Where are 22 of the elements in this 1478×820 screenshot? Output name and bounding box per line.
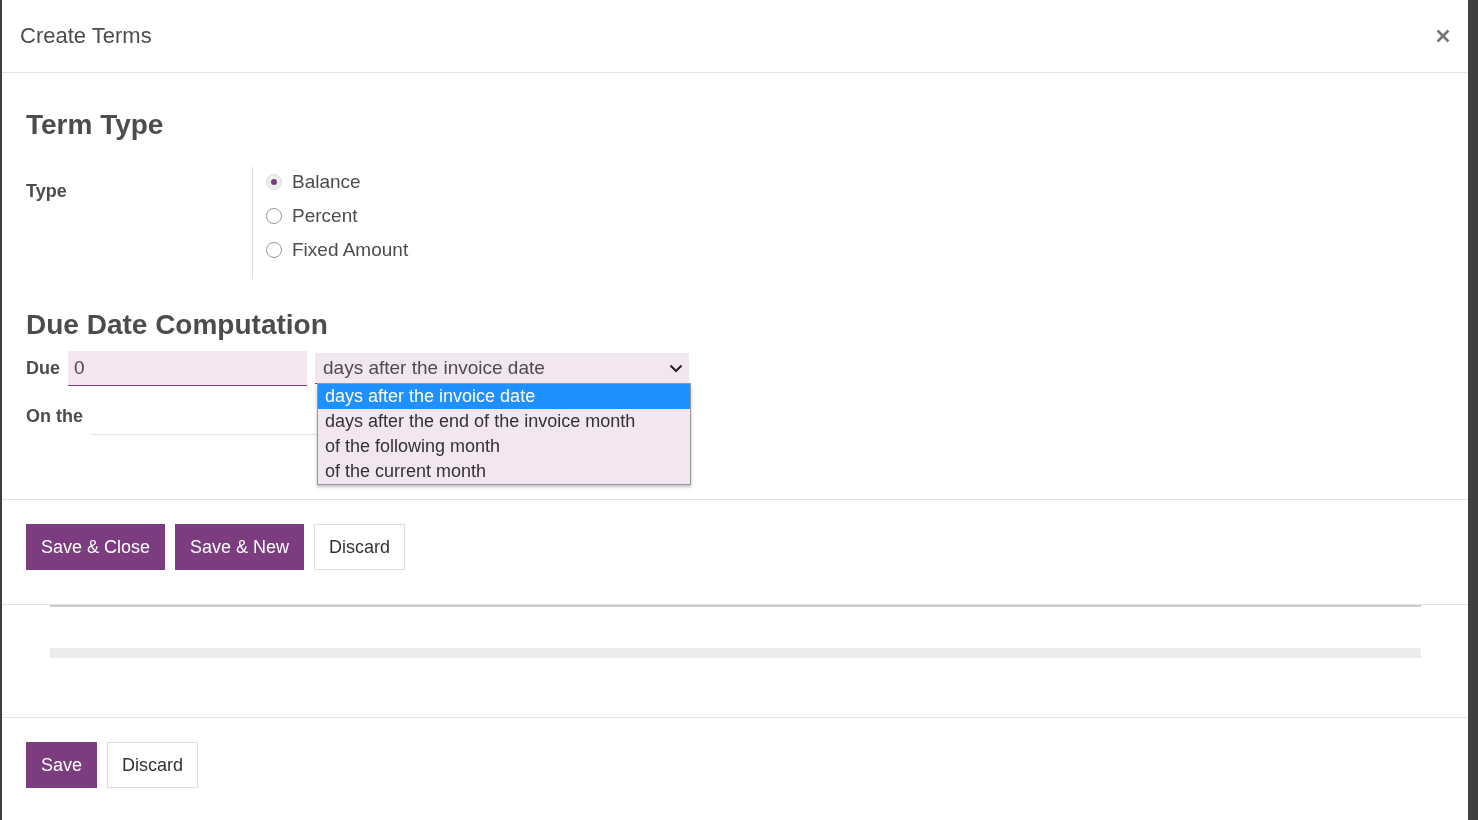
due-input-field[interactable]: 0 — [68, 351, 307, 386]
discard-button[interactable]: Discard — [107, 742, 199, 788]
dropdown-option[interactable]: of the current month — [318, 459, 690, 484]
radio-option[interactable]: Fixed Amount — [266, 239, 409, 261]
dropdown-option[interactable]: days after the end of the invoice month — [318, 409, 690, 434]
field-label: Due — [26, 358, 60, 379]
chevron-down-icon — [669, 363, 683, 373]
close-button[interactable] — [1436, 29, 1450, 43]
due-type-select[interactable]: days after the invoice date — [315, 353, 689, 384]
section-heading: Term Type — [26, 109, 165, 141]
dialog-title: Create Terms — [20, 23, 152, 49]
close-icon — [1436, 29, 1450, 43]
discard-button[interactable]: Discard — [314, 524, 406, 570]
field-label: On the — [26, 406, 83, 427]
save-button[interactable]: Save — [26, 742, 98, 788]
save-button[interactable]: Save & Close — [26, 524, 166, 570]
field-label: Type — [26, 181, 68, 203]
dropdown-option[interactable]: of the following month — [318, 434, 690, 459]
radio-option[interactable]: Percent — [266, 205, 409, 227]
section-heading: Due Date Computation — [26, 309, 329, 341]
radio-option[interactable]: Balance — [266, 171, 409, 193]
save-button[interactable]: Save & New — [175, 524, 305, 570]
